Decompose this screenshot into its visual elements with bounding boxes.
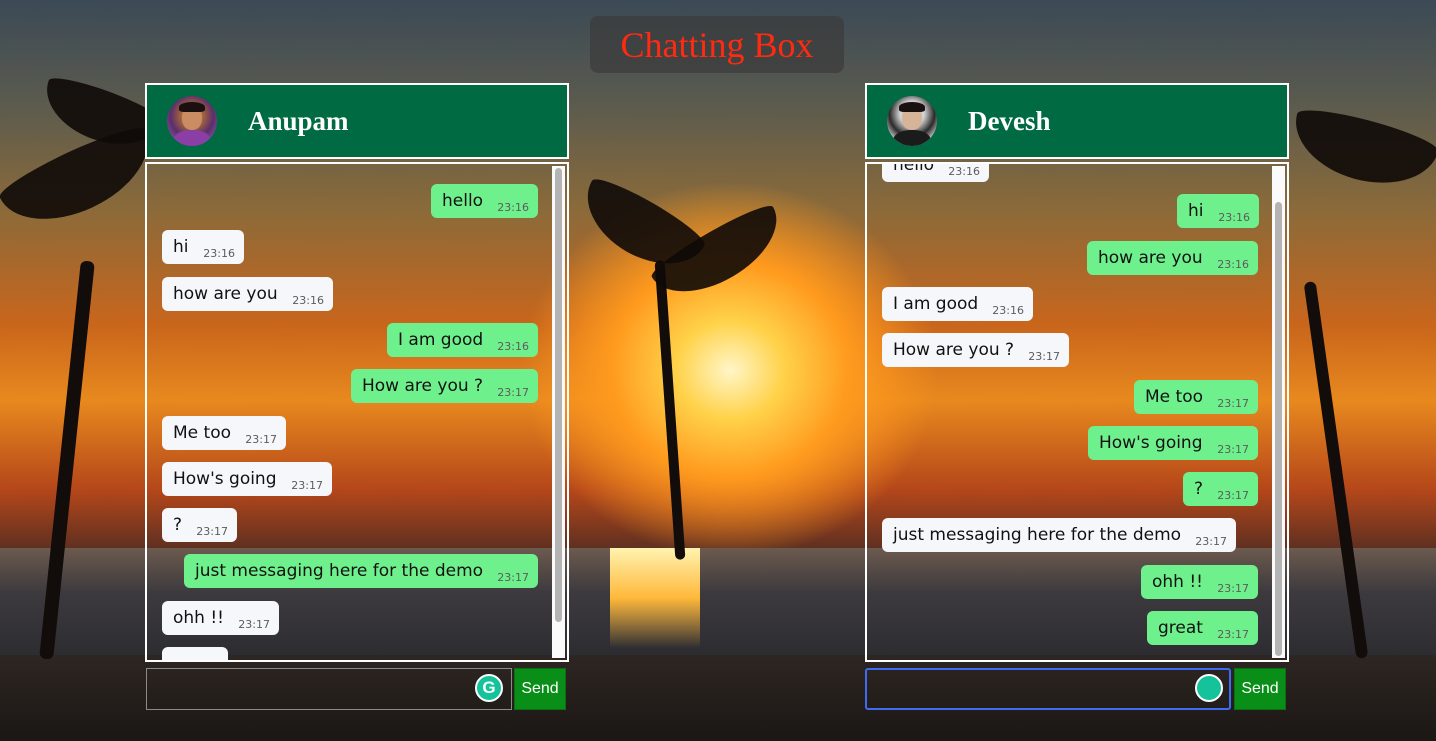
palm-leaf — [569, 171, 711, 284]
sent-message: great 23:17 — [1147, 611, 1258, 645]
message-time: 23:17 — [1217, 628, 1249, 641]
palm-trunk — [654, 260, 686, 560]
message-list[interactable]: hello 23:16 hi 23:16 how are you 23:16 I am go… — [865, 162, 1289, 662]
received-message: Me too 23:17 — [162, 416, 286, 450]
message-text: great — [1158, 618, 1203, 638]
message-text: Me too — [1145, 387, 1203, 407]
sent-message: ? 23:17 — [1183, 472, 1258, 506]
message-list[interactable]: hello 23:16 hi 23:16 how are you 23:16 I am go… — [145, 162, 569, 662]
received-message: ohh !! 23:17 — [162, 601, 279, 635]
message-text: Me too — [173, 423, 231, 443]
received-message: just messaging here for the demo 23:17 — [882, 518, 1236, 552]
message-time: 23:17 — [245, 433, 277, 446]
received-message: How are you ? 23:17 — [882, 333, 1069, 367]
message-time: 23:16 — [992, 304, 1024, 317]
sent-message: just messaging here for the demo 23:17 — [184, 554, 538, 588]
message-text: ? — [1194, 479, 1204, 499]
send-button[interactable]: Send — [1234, 668, 1286, 710]
message-time: 23:16 — [497, 201, 529, 214]
message-text: how are you — [173, 284, 278, 304]
scrollbar-thumb[interactable] — [555, 168, 562, 622]
sent-message: How's going 23:17 — [1088, 426, 1258, 460]
message-text: hello — [893, 162, 935, 175]
sent-message: Me too 23:17 — [1134, 380, 1258, 414]
received-message: how are you 23:16 — [162, 277, 333, 311]
send-button[interactable]: Send — [514, 668, 566, 710]
contact-name: Anupam — [248, 105, 349, 136]
message-time: 23:17 — [1217, 397, 1249, 410]
message-text: ? — [173, 515, 183, 535]
message-time: 23:16 — [292, 294, 324, 307]
message-text: How's going — [173, 469, 277, 489]
avatar — [167, 96, 217, 146]
message-time: 23:17 — [497, 571, 529, 584]
message-time: 23:17 — [196, 525, 228, 538]
received-message: hello 23:16 — [882, 162, 989, 182]
sent-message: How are you ? 23:17 — [351, 369, 538, 403]
received-message: I am good 23:16 — [882, 287, 1033, 321]
palm-trunk — [39, 260, 95, 660]
sent-message: ohh !! 23:17 — [1141, 565, 1258, 599]
received-message: hi 23:16 — [162, 230, 244, 264]
message-text: hi — [1188, 201, 1204, 221]
received-message: ? 23:17 — [162, 508, 237, 542]
message-time: 23:17 — [238, 618, 270, 631]
message-text: I am good — [893, 294, 979, 314]
message-time: 23:16 — [948, 165, 980, 178]
message-text: How are you ? — [893, 340, 1015, 360]
sun-reflection — [610, 548, 700, 648]
app-title: Chatting Box — [590, 16, 844, 73]
sent-message: hi 23:16 — [1177, 194, 1259, 228]
message-text: hi — [173, 237, 189, 257]
message-text: ohh !! — [173, 608, 224, 628]
sent-message: hello 23:16 — [431, 184, 538, 218]
message-time: 23:16 — [203, 247, 235, 260]
chat-header: Devesh — [865, 83, 1289, 159]
message-time: 23:16 — [497, 340, 529, 353]
scrollbar-thumb[interactable] — [1275, 202, 1282, 656]
sent-message: I am good 23:16 — [387, 323, 538, 357]
grammarly-glyph: G — [482, 678, 496, 697]
sent-message: how are you 23:16 — [1087, 241, 1258, 275]
palm-leaf — [0, 119, 166, 241]
message-time: 23:17 — [1195, 535, 1227, 548]
message-text: How are you ? — [362, 376, 484, 396]
palm-leaf — [646, 198, 794, 312]
contact-name: Devesh — [968, 105, 1051, 136]
scrollbar[interactable] — [552, 166, 565, 658]
message-text: just messaging here for the demo — [195, 561, 484, 581]
message-time: 23:17 — [1217, 582, 1249, 595]
received-message: How's going 23:17 — [162, 462, 332, 496]
avatar — [887, 96, 937, 146]
message-time: 23:17 — [497, 386, 529, 399]
palm-leaf — [1284, 102, 1436, 198]
message-text: how are you — [1098, 248, 1203, 268]
grammarly-icon[interactable]: G — [475, 674, 503, 702]
message-time: 23:17 — [1028, 350, 1060, 363]
message-time: 23:17 — [291, 479, 323, 492]
message-time: 23:17 — [1217, 443, 1249, 456]
message-time: 23:16 — [1217, 258, 1249, 271]
message-text: just messaging here for the demo — [893, 525, 1182, 545]
scrollbar[interactable] — [1272, 166, 1285, 658]
message-text: ohh !! — [1152, 572, 1203, 592]
message-input[interactable] — [865, 668, 1231, 710]
message-text: hello — [442, 191, 484, 211]
message-input[interactable] — [146, 668, 512, 710]
message-text: How's going — [1099, 433, 1203, 453]
received-message — [162, 647, 228, 660]
chat-panel-anupam: Anupam hello 23:16 hi 23:16 how are you 23:16… — [145, 83, 569, 662]
palm-trunk — [1303, 281, 1369, 659]
message-text: I am good — [398, 330, 484, 350]
message-time: 23:17 — [1217, 489, 1249, 502]
message-time: 23:16 — [1218, 211, 1250, 224]
chat-panel-devesh: Devesh hello 23:16 hi 23:16 how are you 23:16… — [865, 83, 1289, 662]
chat-header: Anupam — [145, 83, 569, 159]
grammarly-icon[interactable] — [1195, 674, 1223, 702]
